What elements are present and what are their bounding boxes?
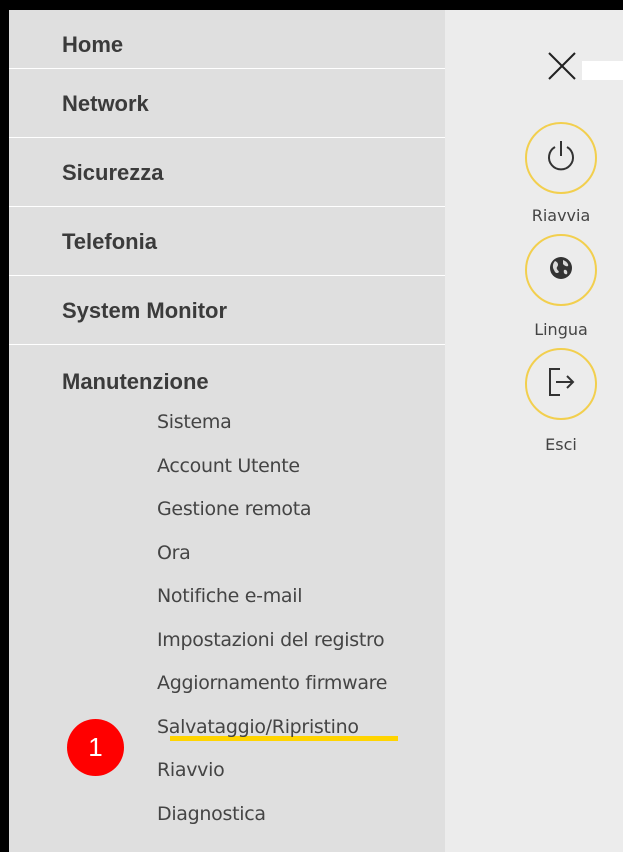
restart-label: Riavvia: [531, 206, 591, 225]
restart-button[interactable]: [525, 122, 597, 194]
logout-icon: [544, 365, 578, 404]
submenu-item-impostazioni-registro[interactable]: Impostazioni del registro: [157, 619, 445, 663]
white-overlay: [582, 61, 623, 80]
submenu-item-ora[interactable]: Ora: [157, 532, 445, 576]
submenu-manutenzione: Sistema Account Utente Gestione remota O…: [9, 401, 445, 836]
menu-item-network[interactable]: Network: [9, 69, 445, 138]
menu-item-label: Network: [62, 91, 149, 116]
menu-item-label: System Monitor: [62, 298, 228, 323]
submenu-item-sistema[interactable]: Sistema: [157, 401, 445, 445]
power-icon: [544, 139, 578, 178]
menu-item-manutenzione[interactable]: Manutenzione: [9, 345, 445, 401]
submenu-item-notifiche-email[interactable]: Notifiche e-mail: [157, 575, 445, 619]
globe-icon: [549, 256, 573, 285]
submenu-item-aggiornamento-firmware[interactable]: Aggiornamento firmware: [157, 662, 445, 706]
step-number-badge: 1: [67, 719, 124, 776]
language-button[interactable]: [525, 234, 597, 306]
submenu-item-account-utente[interactable]: Account Utente: [157, 445, 445, 489]
exit-button[interactable]: [525, 348, 597, 420]
action-panel: Riavvia Lingua Esci: [445, 10, 623, 852]
menu-item-label: Sicurezza: [62, 160, 164, 185]
language-label: Lingua: [534, 320, 588, 339]
menu-item-system-monitor[interactable]: System Monitor: [9, 276, 445, 345]
submenu-item-diagnostica[interactable]: Diagnostica: [157, 793, 445, 837]
menu-item-sicurezza[interactable]: Sicurezza: [9, 138, 445, 207]
window-top-border: [0, 0, 623, 10]
submenu-item-riavvio[interactable]: Riavvio: [157, 749, 445, 793]
menu-item-label: Manutenzione: [62, 369, 209, 394]
close-icon[interactable]: [546, 50, 578, 82]
window-left-border: [0, 0, 9, 852]
exit-label: Esci: [545, 435, 577, 454]
submenu-item-salvataggio-ripristino[interactable]: Salvataggio/Ripristino: [157, 706, 445, 750]
menu-item-home[interactable]: Home: [9, 10, 445, 69]
side-menu: Home Network Sicurezza Telefonia System …: [9, 10, 445, 852]
menu-item-label: Telefonia: [62, 229, 157, 254]
menu-item-telefonia[interactable]: Telefonia: [9, 207, 445, 276]
submenu-item-gestione-remota[interactable]: Gestione remota: [157, 488, 445, 532]
menu-item-label: Home: [62, 32, 124, 57]
